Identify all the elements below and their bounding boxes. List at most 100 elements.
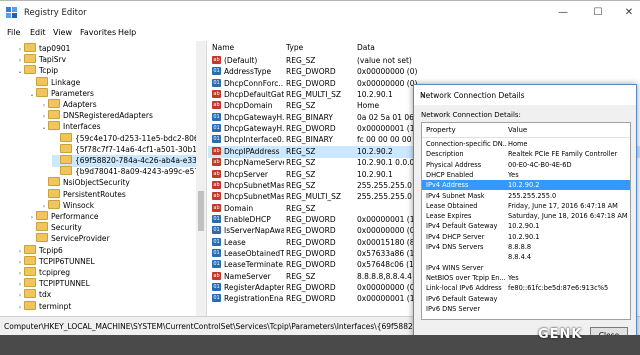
value-cell: 255.255.255.0 (508, 191, 557, 200)
details-row[interactable]: Lease Obtained Friday, June 17, 2016 6:47… (422, 201, 630, 211)
details-row[interactable]: DHCP Enabled Yes (422, 170, 630, 180)
value-name-cell: 01 EnableDHCP (212, 214, 284, 226)
value-row[interactable]: ab (Default) REG_SZ (value not set) (208, 55, 640, 67)
tree-node[interactable]: › TCPIP6TUNNEL (16, 255, 95, 268)
tree-node[interactable]: › tcpipreg (16, 267, 70, 279)
chevron-down-icon[interactable]: ⌄ (16, 66, 24, 78)
binary-value-icon: 01 (212, 67, 221, 76)
tree-node[interactable]: {b9d78041-8a09-4243-a99c-e57a4e1b9 (52, 166, 206, 178)
tree-node-label: Performance (51, 212, 99, 221)
folder-icon (60, 132, 72, 142)
tree-node[interactable]: Linkage (28, 76, 80, 89)
menu-help[interactable]: Help (118, 28, 136, 37)
details-row[interactable]: NetBIOS over Tcpip En... Yes (422, 273, 630, 283)
tree-node[interactable]: {59c4e170-d253-11e5-bdc2-806e6f6e69 (52, 132, 206, 145)
col-header-data[interactable]: Data (357, 43, 375, 52)
value-name: DhcpDomain (224, 101, 273, 111)
tree-node[interactable]: › terminpt (16, 300, 71, 314)
menu-file[interactable]: File (7, 28, 20, 37)
folder-icon (60, 166, 72, 176)
col-header-type[interactable]: Type (286, 43, 303, 52)
tree-node-label: Security (51, 223, 82, 233)
details-row[interactable]: IPv6 Default Gateway (422, 294, 630, 304)
value-row[interactable]: 01 AddressType REG_DWORD 0x00000000 (0) (208, 66, 640, 78)
dialog-close-icon[interactable]: ✕ (420, 91, 630, 100)
value-name: Domain (224, 203, 254, 213)
tree-node[interactable]: NsiObjectSecurity (40, 177, 130, 189)
value-name: (Default) (224, 56, 258, 65)
value-name-cell: 01 DhcpGatewayH... (212, 123, 284, 135)
value-name: RegistrationEna... (224, 294, 284, 304)
details-row[interactable]: IPv6 DNS Server (422, 304, 630, 314)
string-value-icon: ab (212, 101, 221, 110)
menu-edit[interactable]: Edit (30, 28, 46, 37)
details-row[interactable]: Description Realtek PCIe FE Family Contro… (422, 149, 630, 159)
value-data-cell: 10.2.90.1 (357, 90, 393, 100)
details-row[interactable]: IPv4 DNS Servers 8.8.8.8 (422, 242, 630, 252)
binary-value-icon: 01 (212, 214, 221, 223)
watermark: GENK (538, 327, 583, 342)
binary-value-icon: 01 (212, 226, 221, 235)
tree-node[interactable]: › Tcpip6 (16, 244, 63, 257)
col-header-name[interactable]: Name (212, 43, 234, 52)
tree-node[interactable]: › Winsock (40, 199, 94, 212)
menu-favorites[interactable]: Favorites (80, 28, 116, 37)
folder-icon (60, 155, 72, 164)
value-type-cell: REG_BINARY (286, 112, 333, 122)
value-name-cell: 01 Lease (212, 237, 284, 249)
tree-node[interactable]: › tdx (16, 289, 51, 301)
details-row[interactable]: Lease Expires Saturday, June 18, 2016 6:4… (422, 211, 630, 221)
tree-node[interactable]: {5f78c7f7-14a6-4cf1-a501-30b1147886 (52, 143, 206, 156)
tree-node[interactable]: › tap0901 (16, 43, 70, 55)
dialog-title-bar: Network Connection Details ✕ (414, 85, 636, 105)
tree-node[interactable]: ⌄ Tcpip (16, 65, 58, 77)
minimize-icon[interactable]: — (553, 5, 573, 21)
tree-node[interactable]: {69f58820-784a-4c26-ab4a-e33e776c67 (52, 155, 206, 167)
network-connection-details-dialog: Network Connection Details ✕ Network Con… (413, 84, 637, 353)
chevron-right-icon[interactable]: › (16, 302, 24, 314)
tree-node[interactable]: › TapiSrv (16, 54, 66, 66)
details-row[interactable]: IPv4 Default Gateway 10.2.90.1 (422, 221, 630, 231)
value-name-cell: 01 AddressType (212, 66, 284, 78)
tree-node[interactable]: ⌄ Interfaces (40, 121, 101, 133)
details-row[interactable]: IPv4 DHCP Server 10.2.90.1 (422, 232, 630, 242)
tree-node[interactable]: › DNSRegisteredAdapters (40, 110, 153, 122)
value-data-cell: 0x00000001 (1) (357, 214, 417, 224)
menu-view[interactable]: View (53, 28, 72, 37)
property-cell: Connection-specific DN... (426, 140, 506, 148)
value-type-cell: REG_DWORD (286, 226, 336, 236)
col-header-value[interactable]: Value (508, 126, 527, 134)
value-type-cell: REG_DWORD (286, 214, 336, 224)
maximize-icon[interactable]: ☐ (588, 5, 608, 21)
tree-scrollbar[interactable] (196, 41, 206, 316)
value-data-cell: Home (357, 101, 380, 111)
details-row[interactable]: 8.8.4.4 (422, 252, 630, 262)
col-header-property[interactable]: Property (426, 126, 456, 134)
tree-node-label: tap0901 (39, 44, 71, 53)
binary-value-icon: 01 (212, 283, 221, 291)
tree-node[interactable]: › Adapters (40, 99, 97, 111)
tree-node-label: TCPIP6TUNNEL (39, 256, 95, 266)
tree-node[interactable]: PersistentRoutes (40, 188, 126, 201)
value-data-cell: 0x00000001 (1) (357, 124, 417, 134)
details-row[interactable]: Physical Address 00-E0-4C-B0-4E-6D (422, 160, 630, 170)
chevron-down-icon[interactable]: ⌄ (28, 89, 36, 101)
value-cell: Realtek PCIe FE Family Controller (508, 150, 618, 159)
tree-node[interactable]: › Performance (28, 211, 99, 223)
scroll-thumb[interactable] (198, 191, 204, 231)
tree-node[interactable]: ServiceProvider (28, 233, 110, 245)
tree-node[interactable]: ⌄ Parameters (28, 87, 94, 101)
details-row[interactable]: IPv4 WINS Server (422, 263, 630, 273)
tree-node[interactable]: Security (28, 222, 82, 234)
value-type-cell: REG_MULTI_SZ (286, 192, 342, 202)
details-row[interactable]: IPv4 Subnet Mask 255.255.255.0 (422, 191, 630, 201)
chevron-down-icon[interactable]: ⌄ (40, 122, 48, 134)
tree-node[interactable]: › TCPIPTUNNEL (16, 278, 90, 290)
details-row[interactable]: IPv4 Address 10.2.90.2 (422, 180, 630, 191)
close-icon[interactable]: ✕ (619, 5, 639, 21)
value-data-cell: 0x00000000 (0) (357, 226, 417, 236)
details-table-header: Property Value (422, 123, 630, 138)
value-data-cell: 10.2.90.1 (357, 169, 393, 179)
details-row[interactable]: Link-local IPv6 Address fe80::61fc:be5d:8… (422, 283, 630, 293)
details-row[interactable]: Connection-specific DN... Home (422, 139, 630, 149)
